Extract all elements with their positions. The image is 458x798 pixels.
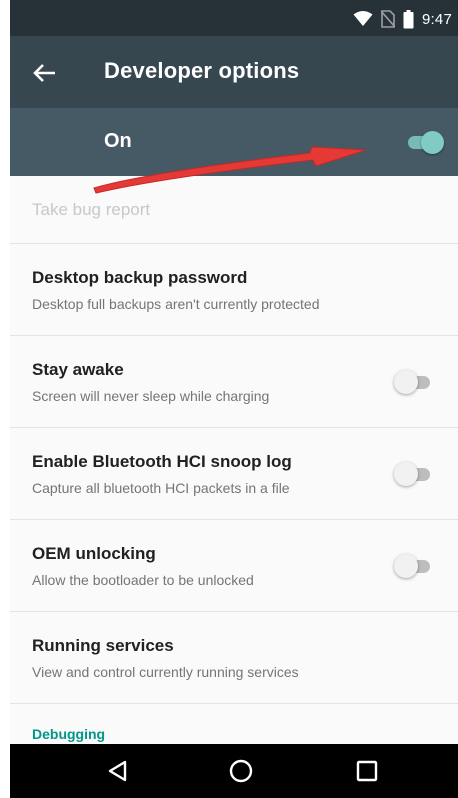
list-item-summary: Screen will never sleep while charging	[32, 388, 270, 404]
master-switch-bar[interactable]: On	[10, 108, 458, 176]
battery-icon	[403, 9, 414, 28]
section-header: Debugging	[32, 726, 106, 742]
back-triangle-icon	[108, 760, 127, 782]
list-item-title: Desktop backup password	[32, 268, 248, 287]
list-item-summary: Desktop full backups aren't currently pr…	[32, 296, 320, 312]
recents-square-icon	[356, 760, 378, 782]
back-arrow-icon	[33, 64, 55, 82]
settings-list: Take bug report Desktop backup password …	[10, 176, 458, 744]
status-time: 9:47	[422, 10, 452, 28]
list-item-summary: Capture all bluetooth HCI packets in a f…	[32, 480, 290, 496]
toggle-thumb	[394, 554, 418, 578]
list-item-title: Stay awake	[32, 360, 124, 379]
toggle-thumb	[394, 370, 418, 394]
list-item-title: Running services	[32, 636, 174, 655]
nav-back-button[interactable]	[104, 756, 134, 786]
toggle-thumb	[394, 462, 418, 486]
section-debugging: Debugging	[10, 704, 458, 744]
list-item-title: Take bug report	[32, 200, 151, 219]
list-item-summary: Allow the bootloader to be unlocked	[32, 572, 254, 588]
stay-awake-toggle[interactable]	[394, 370, 434, 394]
no-sim-icon	[381, 10, 395, 28]
nav-recents-button[interactable]	[352, 756, 382, 786]
oem-unlocking-toggle[interactable]	[394, 554, 434, 578]
master-switch-toggle[interactable]	[406, 131, 444, 154]
list-item-title: Enable Bluetooth HCI snoop log	[32, 452, 292, 471]
list-item-take-bug-report[interactable]: Take bug report	[10, 176, 458, 244]
list-item-running-services[interactable]: Running services View and control curren…	[10, 612, 458, 704]
navigation-bar	[10, 744, 458, 798]
page-title: Developer options	[104, 58, 300, 83]
master-switch-thumb	[421, 131, 444, 154]
list-item-summary: View and control currently running servi…	[32, 664, 299, 680]
back-button[interactable]	[30, 58, 60, 88]
app-toolbar: Developer options	[10, 36, 458, 108]
bluetooth-hci-snoop-toggle[interactable]	[394, 462, 434, 486]
list-item-desktop-backup-password[interactable]: Desktop backup password Desktop full bac…	[10, 244, 458, 336]
list-item-oem-unlocking[interactable]: OEM unlocking Allow the bootloader to be…	[10, 520, 458, 612]
wifi-icon	[353, 11, 373, 26]
master-switch-label: On	[104, 130, 132, 152]
home-circle-icon	[229, 759, 253, 783]
status-icons: 9:47	[353, 8, 452, 30]
nav-home-button[interactable]	[226, 756, 256, 786]
list-item-bluetooth-hci-snoop-log[interactable]: Enable Bluetooth HCI snoop log Capture a…	[10, 428, 458, 520]
android-screen: 9:47 Developer options On Take bug repor…	[10, 0, 458, 798]
list-item-title: OEM unlocking	[32, 544, 156, 563]
list-item-stay-awake[interactable]: Stay awake Screen will never sleep while…	[10, 336, 458, 428]
status-bar: 9:47	[10, 0, 458, 36]
